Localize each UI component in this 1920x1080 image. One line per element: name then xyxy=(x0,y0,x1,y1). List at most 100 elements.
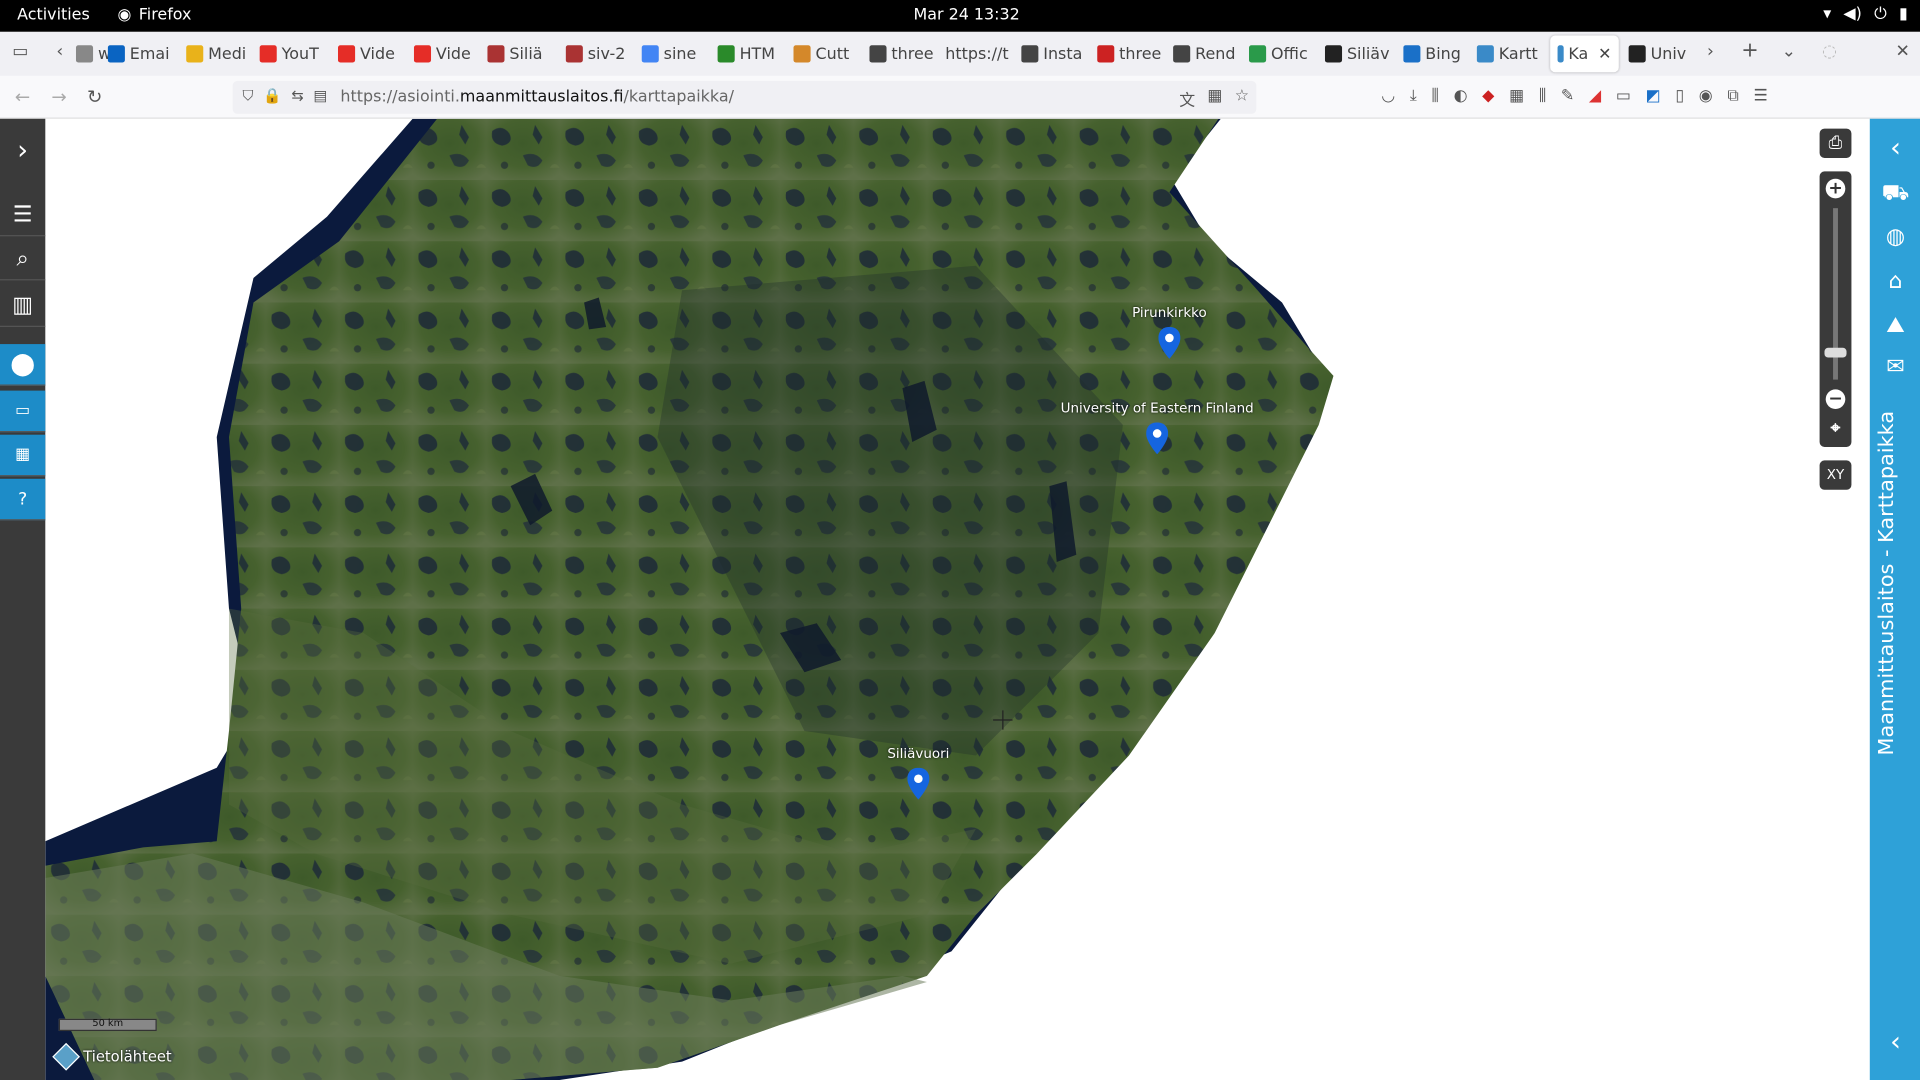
qr-icon[interactable]: ▦ xyxy=(1207,87,1222,110)
list-tabs-icon[interactable]: ⌄ xyxy=(1782,42,1796,62)
tab-active[interactable]: Ka ✕ xyxy=(1550,35,1619,73)
clock[interactable]: Mar 24 13:32 xyxy=(913,6,1019,24)
search-icon[interactable]: ⌕ xyxy=(0,239,46,281)
cart-icon[interactable]: ⛟ xyxy=(1877,180,1914,214)
shield-icon[interactable]: ⛉ xyxy=(242,87,253,105)
tab-scroll-right-icon[interactable]: › xyxy=(1707,42,1714,62)
tab-item[interactable]: Siliäv xyxy=(1324,42,1396,66)
data-sources-link[interactable]: Tietolähteet xyxy=(52,1042,172,1071)
extension-icon[interactable]: ⫼ xyxy=(1539,87,1546,105)
tool-icon xyxy=(793,45,811,63)
zoom-out-icon[interactable]: − xyxy=(1825,389,1846,409)
tab-item[interactable]: Cutt xyxy=(793,42,864,66)
permissions-icon[interactable]: ⇆ xyxy=(291,87,303,105)
extension-icon[interactable]: ▦ xyxy=(1509,87,1524,105)
tab-item[interactable]: Rend xyxy=(1173,42,1244,66)
zoom-slider-handle[interactable] xyxy=(1824,347,1847,358)
measure-line-icon[interactable]: ▭ xyxy=(0,390,46,433)
tab-item[interactable]: HTM xyxy=(717,42,789,66)
marker-label[interactable]: University of Eastern Finland xyxy=(1061,400,1254,416)
coordinate-tool-button[interactable]: XY xyxy=(1819,460,1852,490)
tab-item[interactable]: Offic xyxy=(1248,42,1320,66)
map-location-icon[interactable]: ⛰ xyxy=(1877,312,1914,346)
translate-icon[interactable]: 文 xyxy=(1179,87,1195,110)
tab-item[interactable]: Siliä xyxy=(487,42,558,66)
forward-icon[interactable]: → xyxy=(51,86,66,108)
map-view[interactable]: Pirunkirkko University of Eastern Finlan… xyxy=(45,118,1870,1080)
map-pin-icon[interactable] xyxy=(1158,326,1181,359)
tab-item[interactable]: Vide xyxy=(413,42,485,66)
tab-item[interactable]: Insta xyxy=(1021,42,1092,66)
print-icon[interactable]: ⎙ xyxy=(1819,128,1852,158)
extension-icon[interactable]: ◢ xyxy=(1589,87,1601,105)
marker-label[interactable]: Pirunkirkko xyxy=(1132,305,1207,321)
satellite-map[interactable] xyxy=(45,118,1869,1080)
w-icon xyxy=(717,45,735,63)
extensions-menu-icon[interactable]: ⧉ xyxy=(1727,87,1738,105)
map-marker-tool-icon[interactable]: ⬤ xyxy=(0,344,46,386)
map-pin-icon[interactable] xyxy=(907,767,930,800)
marker-label[interactable]: Siliävuori xyxy=(887,746,949,762)
close-tab-icon[interactable]: ✕ xyxy=(1598,45,1611,63)
url-bar[interactable]: ⛉ 🔒 ⇆ ▤ https://asiointi.maanmittauslait… xyxy=(232,80,1257,114)
collapse-bottom-icon[interactable]: ‹ xyxy=(1877,1027,1914,1061)
new-tab-icon[interactable]: + xyxy=(1741,38,1758,62)
tab-item[interactable]: Univ xyxy=(1628,42,1700,66)
extension-icon[interactable]: ◩ xyxy=(1646,87,1661,105)
reload-icon[interactable]: ↻ xyxy=(87,86,102,108)
app-menu[interactable]: ◉ Firefox xyxy=(118,6,192,24)
my-location-icon[interactable]: ⌖ xyxy=(1826,419,1846,439)
tab-item[interactable]: Kartt xyxy=(1476,42,1548,66)
tab-label: Cutt xyxy=(815,44,850,64)
tab-item[interactable]: https://t xyxy=(945,42,1016,66)
extension-icon[interactable]: ▭ xyxy=(1616,87,1631,105)
extension-icon[interactable]: ▯ xyxy=(1675,87,1684,105)
trash-icon[interactable]: ▥ xyxy=(0,285,46,327)
tab-label: Vide xyxy=(360,44,395,64)
close-window-icon[interactable]: ✕ xyxy=(1896,42,1910,62)
square-icon xyxy=(1097,45,1115,63)
page-icon[interactable]: ▤ xyxy=(314,87,328,105)
map-pin-icon[interactable] xyxy=(1146,422,1169,455)
system-tray[interactable]: ▾ ◀) ⏻ ▮ xyxy=(1823,5,1908,23)
activities-button[interactable]: Activities xyxy=(17,6,90,24)
app-menu-icon[interactable]: ☰ xyxy=(1753,87,1767,105)
extension-icon[interactable]: ◉ xyxy=(1699,87,1713,105)
collapse-left-icon[interactable]: ‹ xyxy=(1877,133,1914,167)
zoom-in-icon[interactable]: + xyxy=(1825,178,1846,199)
tab-item[interactable]: YouT xyxy=(259,42,331,66)
feature-info-icon[interactable]: ? xyxy=(0,478,46,521)
extension-icon[interactable]: ◐ xyxy=(1454,87,1468,105)
back-icon[interactable]: ← xyxy=(15,86,30,108)
download-icon[interactable]: ⤓ xyxy=(1410,87,1417,105)
tab-item[interactable]: siv-2 xyxy=(565,42,637,66)
pocket-icon[interactable]: ◡ xyxy=(1381,87,1395,105)
mail-icon[interactable]: ✉ xyxy=(1877,354,1914,388)
globe-icon xyxy=(1557,45,1564,63)
globe-icon[interactable]: ◍ xyxy=(1877,224,1914,258)
lock-icon[interactable]: 🔒 xyxy=(263,87,281,105)
url-text[interactable]: https://asiointi.maanmittauslaitos.fi/ka… xyxy=(340,88,734,106)
tab-scroll-left-icon[interactable]: ‹ xyxy=(56,42,63,62)
bookmark-star-icon[interactable]: ☆ xyxy=(1235,87,1249,110)
layers-icon[interactable]: ☰ xyxy=(0,195,46,237)
tab-label: Ka xyxy=(1568,44,1589,64)
tab-item[interactable]: Emai xyxy=(107,42,179,66)
tab-item[interactable]: three xyxy=(1097,42,1168,66)
extension-icon[interactable]: ✎ xyxy=(1561,87,1574,105)
home-icon[interactable]: ⌂ xyxy=(1877,268,1914,302)
container-icon[interactable]: ◌ xyxy=(1822,42,1837,62)
tab-item[interactable]: Bing xyxy=(1403,42,1474,66)
right-sidebar: ‹ ⛟ ◍ ⌂ ⛰ ✉ Maanmittauslaitos - Karttapa… xyxy=(1869,118,1920,1080)
tab-item[interactable]: three xyxy=(869,42,940,66)
tab-item[interactable]: Vide xyxy=(337,42,409,66)
tab-item[interactable]: Medi xyxy=(186,42,257,66)
measure-area-icon[interactable]: ▦ xyxy=(0,434,46,477)
flag-icon xyxy=(1021,45,1039,63)
tab-overview-icon[interactable]: ▭ xyxy=(12,42,28,62)
expand-panel-icon[interactable]: › xyxy=(0,131,45,175)
tab-label: Insta xyxy=(1043,44,1083,64)
extension-icon[interactable]: ◆ xyxy=(1482,87,1494,105)
tab-item[interactable]: sine xyxy=(641,42,713,66)
library-icon[interactable]: ⫼ xyxy=(1432,87,1439,105)
